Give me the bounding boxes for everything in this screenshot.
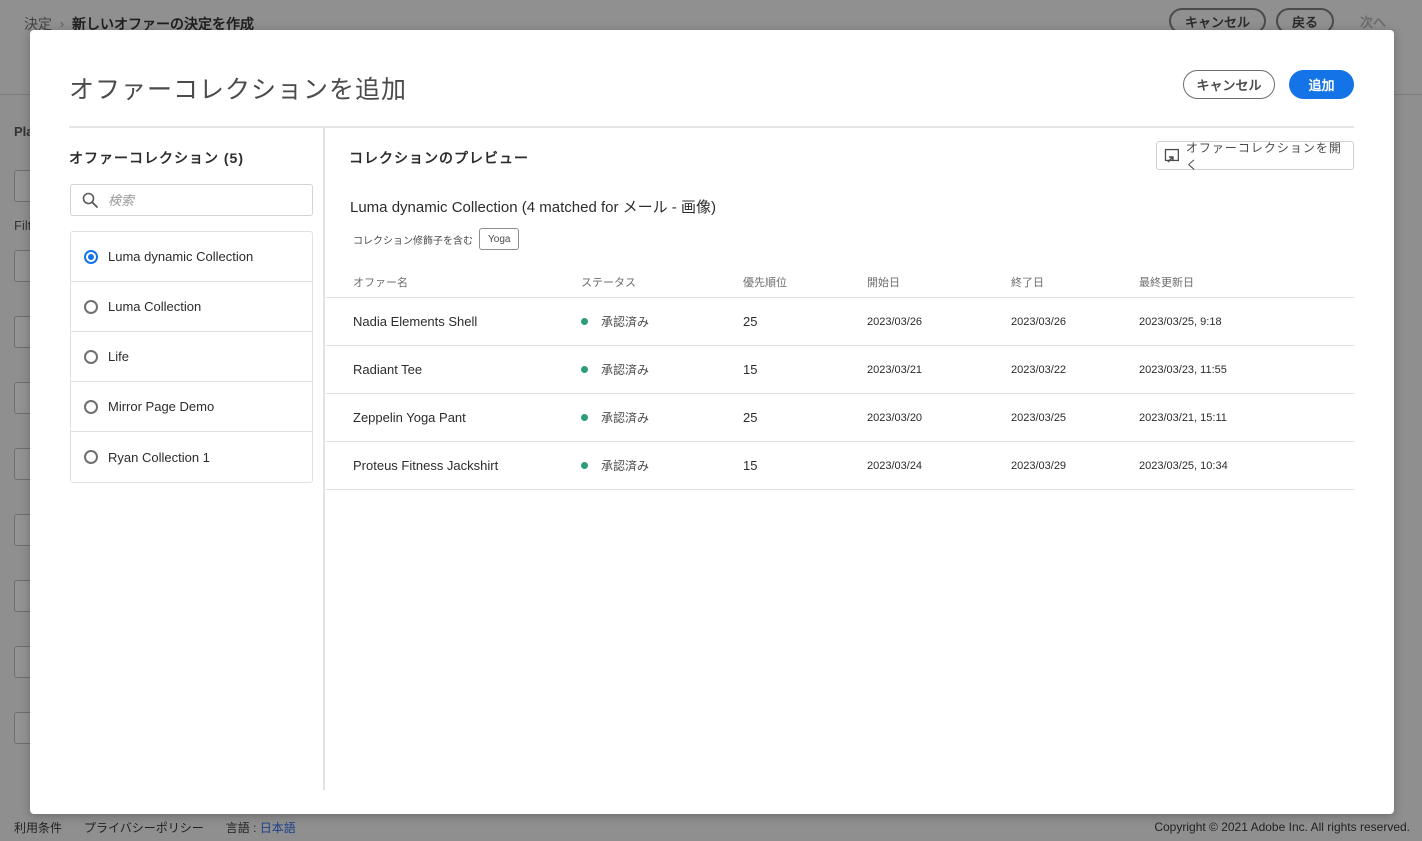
open-collection-button[interactable]: オファーコレクションを開く: [1156, 140, 1354, 172]
start-date: 2023/03/26: [867, 315, 923, 328]
status-text: 承認済み: [601, 315, 650, 329]
collection-item-label: Luma dynamic Collection: [108, 249, 254, 264]
add-button[interactable]: 追加: [1289, 70, 1354, 99]
end-date: 2023/03/25: [1011, 411, 1067, 424]
add-offer-collection-dialog: オファーコレクションを追加 キャンセル 追加 オファーコレクション (5) Lu…: [30, 30, 1394, 814]
collection-item[interactable]: Luma dynamic Collection: [71, 232, 312, 282]
column-header-end-date[interactable]: 終了日: [1011, 274, 1139, 290]
collections-heading: オファーコレクション (5): [69, 150, 244, 166]
radio-button[interactable]: [84, 249, 98, 264]
collection-item[interactable]: Mirror Page Demo: [71, 382, 312, 432]
offer-name: Zeppelin Yoga Pant: [353, 410, 466, 425]
status-cell: 承認済み: [581, 409, 743, 426]
collections-panel: オファーコレクション (5) Luma dynamic Collection L…: [69, 128, 325, 790]
search-input[interactable]: [108, 192, 298, 208]
cancel-button[interactable]: キャンセル: [1183, 70, 1275, 99]
status-text: 承認済み: [601, 459, 650, 473]
column-header-priority[interactable]: 優先順位: [743, 274, 867, 290]
table-row: Nadia Elements Shell 承認済み 25 2023/03/26 …: [326, 298, 1354, 346]
table-row: Proteus Fitness Jackshirt 承認済み 15 2023/0…: [326, 442, 1354, 490]
collection-item-label: Luma Collection: [108, 299, 202, 314]
last-modified: 2023/03/25, 10:34: [1139, 459, 1228, 472]
modifier-label: コレクション修飾子を含む: [353, 235, 473, 247]
language-value[interactable]: 日本語: [260, 821, 296, 835]
language-label: 言語 :: [225, 820, 257, 835]
copyright-text: Copyright © 2021 Adobe Inc. All rights r…: [1154, 820, 1410, 834]
status-text: 承認済み: [601, 363, 650, 377]
status-cell: 承認済み: [581, 313, 743, 330]
radio-button[interactable]: [84, 299, 98, 314]
end-date: 2023/03/29: [1011, 459, 1067, 472]
language-selector[interactable]: 言語 : 日本語: [226, 819, 296, 836]
offer-name: Proteus Fitness Jackshirt: [353, 458, 499, 473]
terms-link[interactable]: 利用条件: [14, 819, 62, 836]
collection-item-label: Life: [108, 349, 129, 364]
modifier-tag: Yoga: [479, 228, 520, 250]
table-row: Radiant Tee 承認済み 15 2023/03/21 2023/03/2…: [326, 346, 1354, 394]
column-header-status[interactable]: ステータス: [581, 274, 743, 290]
open-collection-label: オファーコレクションを開く: [1185, 140, 1342, 172]
status-cell: 承認済み: [581, 361, 743, 378]
priority: 25: [743, 410, 758, 425]
offer-name: Radiant Tee: [353, 362, 423, 377]
column-header-name[interactable]: オファー名: [326, 274, 581, 290]
offer-name: Nadia Elements Shell: [353, 314, 478, 329]
collection-item-label: Ryan Collection 1: [108, 449, 210, 465]
collection-title: Luma dynamic Collection (4 matched for メ…: [350, 199, 716, 216]
collection-item[interactable]: Luma Collection: [71, 282, 312, 332]
table-row: Zeppelin Yoga Pant 承認済み 25 2023/03/20 20…: [326, 394, 1354, 442]
page-footer: 利用条件 プライバシーポリシー 言語 : 日本語 Copyright © 202…: [0, 813, 1422, 841]
table-header: オファー名 ステータス 優先順位 開始日 終了日 最終更新日: [326, 266, 1354, 298]
status-dot-icon: [581, 414, 588, 421]
start-date: 2023/03/24: [867, 459, 923, 472]
search-field[interactable]: [70, 184, 313, 216]
status-text: 承認済み: [601, 411, 650, 425]
privacy-link[interactable]: プライバシーポリシー: [84, 819, 204, 836]
status-dot-icon: [581, 366, 588, 373]
dialog-title: オファーコレクションを追加: [69, 76, 408, 104]
search-icon: [82, 192, 98, 208]
radio-button[interactable]: [84, 349, 98, 364]
collection-item[interactable]: Life: [71, 332, 312, 382]
column-header-start-date[interactable]: 開始日: [867, 274, 1011, 290]
collection-item[interactable]: Ryan Collection 1: [71, 432, 312, 482]
last-modified: 2023/03/21, 15:11: [1139, 411, 1227, 424]
last-modified: 2023/03/25, 9:18: [1139, 315, 1222, 328]
priority: 15: [743, 362, 758, 377]
start-date: 2023/03/20: [867, 411, 923, 424]
priority: 15: [743, 458, 758, 473]
status-cell: 承認済み: [581, 457, 743, 474]
radio-button[interactable]: [84, 399, 98, 414]
filter-label: Filt: [14, 218, 32, 233]
offers-table: オファー名 ステータス 優先順位 開始日 終了日 最終更新日 Nadia Ele…: [326, 266, 1354, 490]
collection-list: Luma dynamic Collection Luma Collection …: [70, 231, 313, 483]
status-dot-icon: [581, 462, 588, 469]
dialog-actions: キャンセル 追加: [1183, 70, 1354, 99]
last-modified: 2023/03/23, 11:55: [1139, 363, 1227, 376]
collection-item-label: Mirror Page Demo: [108, 399, 215, 414]
start-date: 2023/03/21: [867, 363, 923, 376]
radio-button[interactable]: [84, 450, 98, 464]
priority: 25: [743, 314, 758, 329]
status-dot-icon: [581, 318, 588, 325]
collection-modifier: コレクション修飾子を含む Yoga: [353, 228, 520, 250]
column-header-last-modified[interactable]: 最終更新日: [1139, 274, 1329, 290]
end-date: 2023/03/22: [1011, 363, 1067, 376]
end-date: 2023/03/26: [1011, 315, 1067, 328]
preview-heading: コレクションのプレビュー: [349, 150, 529, 166]
open-in-icon: [1164, 148, 1179, 162]
chevron-right-icon: ›: [60, 17, 64, 31]
